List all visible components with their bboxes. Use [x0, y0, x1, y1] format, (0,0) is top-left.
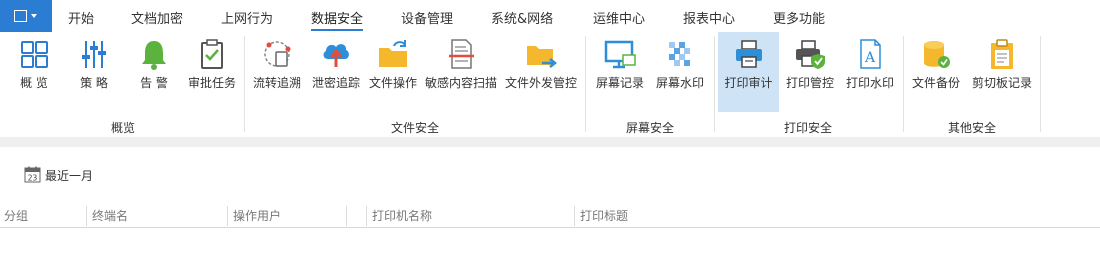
- document-letter-icon: A: [860, 39, 881, 69]
- file-backup-label: 文件备份: [911, 76, 960, 90]
- column-divider[interactable]: [86, 206, 87, 226]
- group-separator: [714, 36, 715, 132]
- folder-send-icon: [527, 46, 558, 68]
- group-separator: [244, 36, 245, 132]
- print-watermark-label: 打印水印: [845, 76, 894, 90]
- tab-system-network[interactable]: 系统&网络: [491, 8, 553, 28]
- calendar-icon: 23: [24, 166, 41, 183]
- flow-trace-icon: [264, 41, 291, 67]
- sensitive-scan-label: 敏感内容扫描: [424, 76, 497, 90]
- print-audit-button[interactable]: 打印审计: [718, 32, 779, 112]
- tab-start[interactable]: 开始: [68, 8, 94, 28]
- group-separator: [1040, 36, 1041, 132]
- bell-icon: [142, 41, 166, 70]
- date-range-label: 最近一月: [45, 169, 94, 183]
- tab-data-security[interactable]: 数据安全: [311, 8, 364, 31]
- approval-tasks-label: 审批任务: [187, 76, 236, 90]
- column-header-group[interactable]: 分组: [4, 204, 28, 228]
- tab-more-functions[interactable]: 更多功能: [773, 8, 825, 28]
- policy-label: 策 略: [80, 76, 108, 90]
- outgoing-control-button[interactable]: 文件外发管控: [502, 32, 580, 112]
- sensitive-scan-button[interactable]: 敏感内容扫描: [423, 32, 499, 112]
- screen-watermark-button[interactable]: 屏幕水印: [652, 32, 708, 112]
- group-label-overview: 概览: [110, 121, 135, 135]
- clipboard-icon: [991, 39, 1013, 69]
- overview-grid-icon: [21, 41, 48, 68]
- column-divider[interactable]: [227, 206, 228, 226]
- toolbar: 23 最近一月: [0, 147, 1100, 199]
- monitor-icon: [604, 40, 636, 69]
- app-menu-icon: [14, 10, 27, 22]
- policy-button[interactable]: 策 略: [68, 32, 120, 112]
- alert-button[interactable]: 告 警: [128, 32, 180, 112]
- app-menu-button[interactable]: [0, 0, 52, 32]
- print-control-button[interactable]: 打印管控: [782, 32, 838, 112]
- table-header: 分组 终端名 操作用户 打印机名称 打印标题: [0, 204, 1100, 228]
- column-header-printer[interactable]: 打印机名称: [372, 204, 432, 228]
- chevron-down-icon: [31, 14, 37, 18]
- screen-record-button[interactable]: 屏幕记录: [592, 32, 648, 112]
- tab-web-behavior[interactable]: 上网行为: [221, 8, 273, 28]
- clipboard-record-label: 剪切板记录: [971, 76, 1032, 90]
- clipboard-record-button[interactable]: 剪切板记录: [968, 32, 1036, 112]
- print-control-label: 打印管控: [785, 76, 834, 90]
- database-icon: [924, 41, 950, 68]
- column-divider[interactable]: [346, 206, 347, 226]
- leak-trace-label: 泄密追踪: [311, 76, 360, 90]
- document-scan-icon: [449, 39, 474, 69]
- screen-record-label: 屏幕记录: [595, 76, 644, 90]
- file-operations-button[interactable]: 文件操作: [366, 32, 420, 112]
- ribbon: 概 览 策 略 告 警 审批任务 概览 流转追溯 泄密追踪 文件操作 敏感内容扫…: [0, 32, 1100, 137]
- file-backup-button[interactable]: 文件备份: [908, 32, 964, 112]
- column-divider[interactable]: [366, 206, 367, 226]
- column-header-print-title[interactable]: 打印标题: [580, 204, 628, 228]
- group-label-print-security: 打印安全: [783, 121, 832, 135]
- group-label-file-security: 文件安全: [390, 121, 439, 135]
- screen-watermark-label: 屏幕水印: [655, 76, 704, 90]
- group-separator: [585, 36, 586, 132]
- calendar-day: 23: [28, 174, 38, 183]
- tab-report-center[interactable]: 报表中心: [683, 8, 735, 28]
- tab-ops-center[interactable]: 运维中心: [593, 8, 645, 28]
- group-label-screen-security: 屏幕安全: [625, 121, 674, 135]
- sliders-icon: [82, 41, 106, 68]
- printer-shield-icon: [796, 40, 825, 69]
- cloud-upload-icon: [323, 44, 349, 67]
- approval-tasks-button[interactable]: 审批任务: [186, 32, 238, 112]
- flow-trace-button[interactable]: 流转追溯: [250, 32, 304, 112]
- ribbon-divider-bar: [0, 137, 1100, 147]
- outgoing-control-label: 文件外发管控: [504, 76, 577, 90]
- alert-label: 告 警: [140, 76, 168, 90]
- overview-button[interactable]: 概 览: [8, 32, 60, 112]
- print-audit-label: 打印审计: [724, 76, 773, 90]
- svg-text:A: A: [864, 50, 876, 66]
- print-watermark-button[interactable]: A 打印水印: [842, 32, 898, 112]
- column-header-user[interactable]: 操作用户: [233, 204, 281, 228]
- group-label-other-security: 其他安全: [947, 121, 996, 135]
- watermark-pattern-icon: [669, 42, 690, 66]
- leak-trace-button[interactable]: 泄密追踪: [308, 32, 364, 112]
- clipboard-check-icon: [201, 39, 223, 69]
- column-divider[interactable]: [574, 206, 575, 226]
- tab-doc-encryption[interactable]: 文档加密: [131, 8, 183, 28]
- menu-bar: 开始 文档加密 上网行为 数据安全 设备管理 系统&网络 运维中心 报表中心 更…: [0, 0, 1100, 32]
- folder-sync-icon: [379, 40, 407, 67]
- file-operations-label: 文件操作: [368, 76, 417, 90]
- printer-icon: [735, 40, 762, 68]
- overview-label: 概 览: [20, 76, 48, 90]
- column-header-terminal[interactable]: 终端名: [92, 204, 128, 228]
- group-separator: [903, 36, 904, 132]
- tab-device-management[interactable]: 设备管理: [401, 8, 453, 28]
- flow-trace-label: 流转追溯: [252, 76, 301, 90]
